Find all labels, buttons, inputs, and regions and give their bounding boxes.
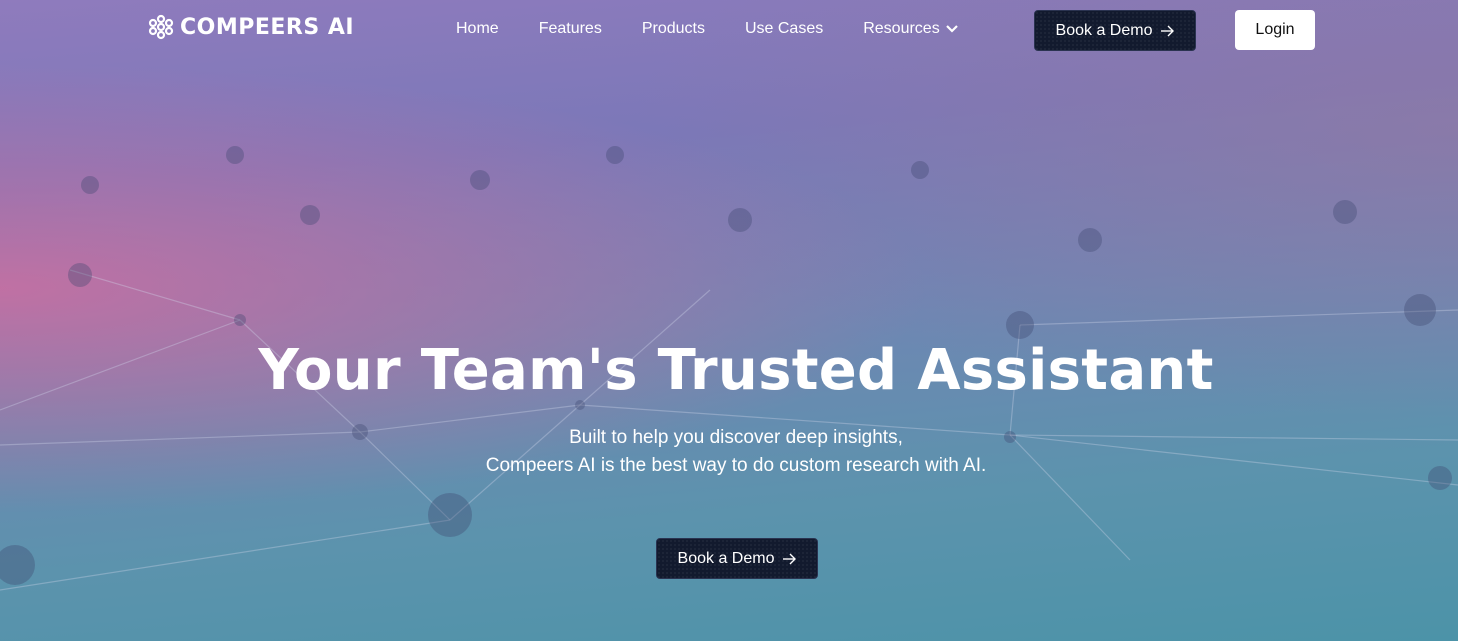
nav-item-use-cases[interactable]: Use Cases	[745, 20, 823, 38]
hero-subtitle-line-2: Compeers AI is the best way to do custom…	[485, 455, 987, 476]
nav-item-features[interactable]: Features	[539, 20, 602, 38]
nav-item-label: Home	[456, 20, 499, 37]
arrow-right-icon	[1161, 25, 1175, 36]
nav-item-label: Features	[538, 20, 602, 37]
chevron-down-icon	[945, 25, 958, 33]
nav-item-products[interactable]: Products	[642, 20, 705, 38]
hero-title: Your Team's Trusted Assistant	[258, 338, 1214, 403]
nav-item-label: Use Cases	[744, 20, 824, 37]
main-menu: Home Features Products Use Cases Resourc…	[456, 20, 998, 38]
logo-icon	[148, 14, 174, 40]
login-button[interactable]: Login	[1235, 10, 1315, 50]
nav-book-demo-button[interactable]: Book a Demo	[1034, 10, 1196, 51]
nav-item-resources[interactable]: Resources	[863, 20, 958, 38]
hero-subtitle-line-1: Built to help you discover deep insights…	[569, 427, 903, 448]
arrow-right-icon	[783, 553, 797, 564]
brand-name: COMPEERS AI	[180, 14, 355, 40]
top-navbar: COMPEERS AI Home Features Products Use C…	[0, 0, 1458, 60]
hero-book-demo-button[interactable]: Book a Demo	[656, 538, 818, 579]
nav-item-home[interactable]: Home	[456, 20, 499, 38]
nav-item-label: Products	[641, 20, 705, 37]
button-label: Book a Demo	[1055, 21, 1153, 39]
nav-item-label: Resources	[863, 20, 940, 37]
brand-logo[interactable]: COMPEERS AI	[148, 14, 354, 40]
button-label: Login	[1255, 21, 1295, 38]
hero-subtitle: Built to help you discover deep insights…	[0, 424, 1458, 480]
button-label: Book a Demo	[677, 549, 775, 567]
